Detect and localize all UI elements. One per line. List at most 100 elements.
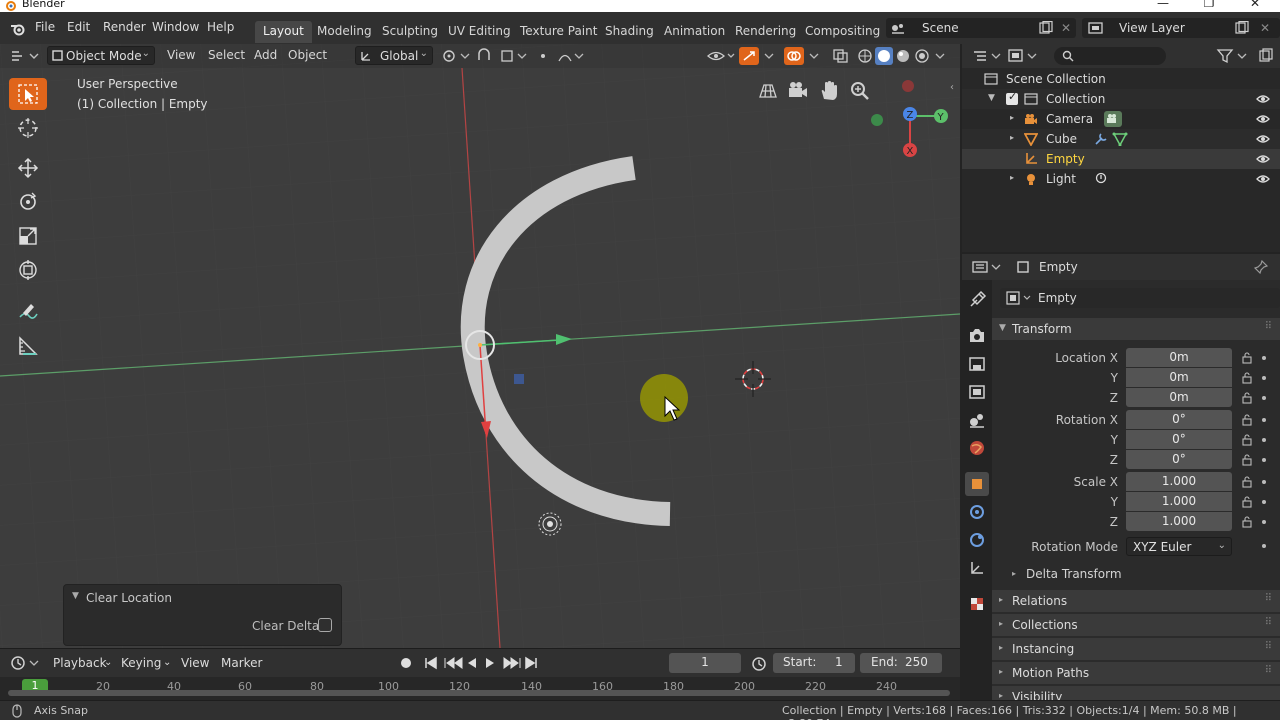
navigation-gizmo[interactable]: X Y Z xyxy=(860,72,956,168)
keyframe-dot[interactable] xyxy=(1262,418,1266,422)
visibility-eye-icon[interactable] xyxy=(1256,152,1270,166)
select-box-tool[interactable] xyxy=(9,78,47,110)
tab-object-data-icon[interactable] xyxy=(965,556,989,580)
object-name-field[interactable]: Empty xyxy=(1000,288,1280,308)
keyframe-dot[interactable] xyxy=(1262,520,1266,524)
drag-handle-icon[interactable]: ⠿ xyxy=(1265,641,1272,652)
scale-x-field[interactable]: 1.000 xyxy=(1126,472,1232,491)
scale-tool[interactable] xyxy=(9,220,47,252)
tab-tool-icon[interactable] xyxy=(965,288,989,312)
xray-toggle-icon[interactable] xyxy=(832,48,850,64)
toggle-view-icon[interactable] xyxy=(756,79,780,103)
pivot-point-icon[interactable] xyxy=(441,48,471,64)
tab-rendering[interactable]: Rendering xyxy=(727,21,804,43)
overlays-toggle-icon[interactable] xyxy=(784,47,828,65)
expand-arrow-icon[interactable]: ▼ xyxy=(988,93,995,103)
outliner-row-camera[interactable]: ▸ Camera xyxy=(962,109,1280,129)
location-z-field[interactable]: 0m xyxy=(1126,388,1232,407)
filter-icon[interactable] xyxy=(1216,48,1250,64)
timeline-ruler[interactable]: 1 20 40 60 80 100 120 140 160 180 200 22… xyxy=(0,677,960,701)
rotation-mode-dropdown[interactable]: XYZ Euler ⌄ xyxy=(1126,537,1232,556)
rotate-tool[interactable] xyxy=(9,186,47,218)
current-frame-field[interactable]: 1 xyxy=(669,653,741,673)
visibility-eye-icon[interactable] xyxy=(1256,112,1270,126)
lock-icon[interactable] xyxy=(1241,516,1253,528)
pin-icon[interactable] xyxy=(1254,260,1268,274)
new-scene-icon[interactable] xyxy=(1037,21,1053,35)
modifier-and-mesh-icons[interactable] xyxy=(1094,132,1128,146)
rotation-z-field[interactable]: 0° xyxy=(1126,450,1232,469)
outliner-row-collection[interactable]: ▼ ✓ Collection xyxy=(962,89,1280,109)
pan-view-icon[interactable] xyxy=(817,79,841,103)
panel-delta-transform-header[interactable]: ▸ Delta Transform xyxy=(992,564,1280,584)
lock-icon[interactable] xyxy=(1241,352,1253,364)
menu-file[interactable]: File xyxy=(35,20,55,34)
lock-icon[interactable] xyxy=(1241,476,1253,488)
menu-add[interactable]: Add xyxy=(254,48,277,62)
blender-menu-icon[interactable] xyxy=(10,22,26,36)
tab-modeling[interactable]: Modeling xyxy=(309,21,380,43)
keyframe-dot[interactable] xyxy=(1262,438,1266,442)
delete-scene-icon[interactable]: ✕ xyxy=(1061,21,1071,35)
panel-visibility-header[interactable]: ▸ Visibility xyxy=(992,686,1280,700)
lock-icon[interactable] xyxy=(1241,434,1253,446)
lock-icon[interactable] xyxy=(1241,454,1253,466)
lock-icon[interactable] xyxy=(1241,392,1253,404)
location-y-field[interactable]: 0m xyxy=(1126,368,1232,387)
menu-edit[interactable]: Edit xyxy=(67,20,90,34)
tab-object[interactable] xyxy=(965,472,989,496)
tab-compositing[interactable]: Compositing xyxy=(797,21,888,43)
camera-data-icon[interactable] xyxy=(1104,111,1122,127)
menu-marker[interactable]: Marker xyxy=(221,656,262,670)
drag-handle-icon[interactable]: ⠿ xyxy=(1265,321,1272,332)
lock-icon[interactable] xyxy=(1241,414,1253,426)
keyframe-dot[interactable] xyxy=(1262,480,1266,484)
panel-instancing-header[interactable]: ▸ Instancing ⠿ xyxy=(992,638,1280,660)
menu-playback[interactable]: Playback xyxy=(53,656,107,670)
lock-icon[interactable] xyxy=(1241,372,1253,384)
object-visibility-icon[interactable] xyxy=(706,48,736,64)
expand-arrow-icon[interactable]: ▸ xyxy=(1010,133,1014,142)
cursor-tool[interactable] xyxy=(9,112,47,144)
outliner-editor-type-icon[interactable] xyxy=(972,49,1002,63)
measure-tool[interactable] xyxy=(9,330,47,362)
display-mode-icon[interactable] xyxy=(1008,48,1040,64)
visibility-eye-icon[interactable] xyxy=(1256,92,1270,106)
collection-checkbox[interactable]: ✓ xyxy=(1006,90,1018,105)
maximize-button[interactable]: ❐ xyxy=(1186,0,1232,10)
drag-handle-icon[interactable]: ⠿ xyxy=(1265,593,1272,604)
properties-editor-type-icon[interactable] xyxy=(972,260,1002,274)
start-frame-field[interactable]: Start: 1 xyxy=(773,653,855,673)
menu-window[interactable]: Window xyxy=(152,20,199,34)
tab-layout[interactable]: Layout xyxy=(255,21,312,43)
menu-render[interactable]: Render xyxy=(103,20,146,34)
end-frame-field[interactable]: End: 250 xyxy=(860,653,942,673)
tab-animation[interactable]: Animation xyxy=(656,21,733,43)
keyframe-dot[interactable] xyxy=(1262,376,1266,380)
panel-collections-header[interactable]: ▸ Collections ⠿ xyxy=(992,614,1280,636)
outliner-row-cube[interactable]: ▸ Cube xyxy=(962,129,1280,149)
expand-arrow-icon[interactable]: ▸ xyxy=(1010,113,1014,122)
orientation-dropdown[interactable]: Global ⌄ xyxy=(355,46,433,65)
rotation-x-field[interactable]: 0° xyxy=(1126,410,1232,429)
light-data-icon[interactable] xyxy=(1094,172,1108,186)
snap-icon[interactable] xyxy=(476,48,528,64)
operator-panel-clear-location[interactable]: ▼ Clear Location Clear Delta xyxy=(63,584,342,646)
menu-keying[interactable]: Keying xyxy=(121,656,161,670)
tab-scene-icon[interactable] xyxy=(965,408,989,432)
mode-dropdown[interactable]: Object Mode ⌄ xyxy=(47,46,155,65)
keyframe-dot[interactable] xyxy=(1262,458,1266,462)
proportional-editing-icon[interactable] xyxy=(535,48,585,64)
outliner-row-light[interactable]: ▸ Light xyxy=(962,169,1280,189)
menu-object[interactable]: Object xyxy=(288,48,327,62)
menu-select[interactable]: Select xyxy=(208,48,245,62)
outliner-search-input[interactable] xyxy=(1054,47,1166,65)
camera-view-icon[interactable] xyxy=(786,79,810,103)
record-icon[interactable] xyxy=(399,656,413,670)
close-window-button[interactable]: ✕ xyxy=(1232,0,1278,10)
timeline-scrollbar[interactable] xyxy=(8,690,950,696)
keyframe-dot[interactable] xyxy=(1262,396,1266,400)
transform-tool[interactable] xyxy=(9,254,47,286)
gizmo-toggle-icon[interactable] xyxy=(739,47,779,65)
rotation-y-field[interactable]: 0° xyxy=(1126,430,1232,449)
